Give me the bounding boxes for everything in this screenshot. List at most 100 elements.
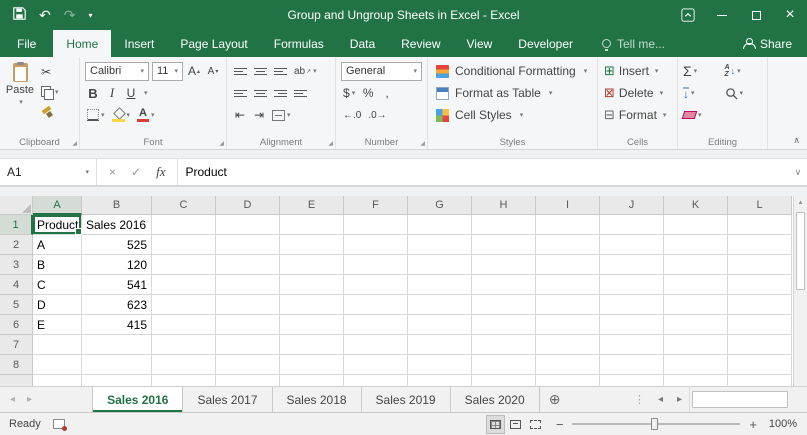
column-header-D[interactable]: D <box>216 196 280 215</box>
increase-indent-button[interactable]: ⇥ <box>251 105 267 125</box>
cell-L1[interactable] <box>728 215 792 235</box>
cell-styles-button[interactable]: Cell Styles ▾ <box>431 104 594 126</box>
macro-record-icon[interactable] <box>53 419 65 429</box>
cell-E5[interactable] <box>280 295 344 315</box>
hscroll-right-button[interactable]: ▸ <box>670 387 689 412</box>
column-header-I[interactable]: I <box>536 196 600 215</box>
cell-D4[interactable] <box>216 275 280 295</box>
cell-D7[interactable] <box>216 335 280 355</box>
vertical-scrollbar[interactable]: ▴ <box>793 196 807 386</box>
cell-G1[interactable] <box>408 215 472 235</box>
font-dialog-launcher[interactable]: ◢ <box>219 140 224 147</box>
sheet-tab-sales-2016[interactable]: Sales 2016 <box>92 387 183 412</box>
ribbon-tab-view[interactable]: View <box>454 30 506 57</box>
cell-F-filler[interactable] <box>344 375 408 386</box>
cell-G3[interactable] <box>408 255 472 275</box>
zoom-slider-thumb[interactable] <box>651 418 658 430</box>
cell-H7[interactable] <box>472 335 536 355</box>
cell-D2[interactable] <box>216 235 280 255</box>
hscroll-left-button[interactable]: ◂ <box>651 387 670 412</box>
zoom-out-button[interactable]: − <box>556 417 564 432</box>
cell-L5[interactable] <box>728 295 792 315</box>
cell-B8[interactable] <box>82 355 152 375</box>
cell-F5[interactable] <box>344 295 408 315</box>
borders-button[interactable]: ▾ <box>85 105 107 125</box>
cell-F8[interactable] <box>344 355 408 375</box>
ribbon-tab-developer[interactable]: Developer <box>505 30 586 57</box>
underline-dropdown[interactable]: ▾ <box>144 89 148 97</box>
cell-E6[interactable] <box>280 315 344 335</box>
cancel-button[interactable]: × <box>109 165 116 179</box>
select-all-corner[interactable] <box>0 196 33 215</box>
scroll-up-button[interactable]: ▴ <box>794 198 807 206</box>
undo-button[interactable]: ↶ <box>39 7 51 24</box>
row-header-8[interactable]: 8 <box>0 355 33 375</box>
row-header-2[interactable]: 2 <box>0 235 33 255</box>
cell-J8[interactable] <box>600 355 664 375</box>
cell-B6[interactable]: 415 <box>82 315 152 335</box>
sheet-tab-sales-2017[interactable]: Sales 2017 <box>183 387 272 412</box>
bottom-align-button[interactable] <box>272 61 289 81</box>
fill-color-button[interactable]: ▾ <box>110 105 133 125</box>
cell-K2[interactable] <box>664 235 728 255</box>
clear-button[interactable]: ▾ <box>683 111 721 119</box>
cell-C8[interactable] <box>152 355 216 375</box>
comma-style-button[interactable]: , <box>379 83 395 103</box>
hscroll-thumb[interactable] <box>692 391 788 408</box>
ribbon-tab-page-layout[interactable]: Page Layout <box>167 30 260 57</box>
column-header-E[interactable]: E <box>280 196 344 215</box>
wrap-text-button[interactable] <box>292 83 309 103</box>
cell-H-filler[interactable] <box>472 375 536 386</box>
ribbon-tab-data[interactable]: Data <box>337 30 388 57</box>
cell-I2[interactable] <box>536 235 600 255</box>
column-header-F[interactable]: F <box>344 196 408 215</box>
cell-E4[interactable] <box>280 275 344 295</box>
cell-E-filler[interactable] <box>280 375 344 386</box>
zoom-level[interactable]: 100% <box>765 418 807 430</box>
column-header-C[interactable]: C <box>152 196 216 215</box>
cut-button[interactable]: ✂ <box>41 64 59 80</box>
ribbon-tab-insert[interactable]: Insert <box>111 30 167 57</box>
sort-filter-button[interactable]: AZ↓▾ <box>725 64 763 78</box>
find-select-button[interactable]: ▾ <box>725 87 763 100</box>
decrease-indent-button[interactable]: ⇤ <box>232 105 248 125</box>
row-header-filler[interactable] <box>0 375 33 386</box>
cell-C1[interactable] <box>152 215 216 235</box>
copy-button[interactable]: ▾ <box>41 84 59 100</box>
formula-input[interactable]: Product <box>178 159 789 185</box>
cell-K-filler[interactable] <box>664 375 728 386</box>
cell-H4[interactable] <box>472 275 536 295</box>
cell-H5[interactable] <box>472 295 536 315</box>
cell-F4[interactable] <box>344 275 408 295</box>
cell-K7[interactable] <box>664 335 728 355</box>
font-color-button[interactable]: A▾ <box>135 105 157 125</box>
cell-G8[interactable] <box>408 355 472 375</box>
ribbon-tab-formulas[interactable]: Formulas <box>261 30 337 57</box>
cell-A6[interactable]: E <box>33 315 82 335</box>
row-header-1[interactable]: 1 <box>0 215 33 235</box>
cell-H3[interactable] <box>472 255 536 275</box>
column-header-J[interactable]: J <box>600 196 664 215</box>
format-cells-button[interactable]: ⊟ Format ▾ <box>601 104 674 126</box>
cell-J4[interactable] <box>600 275 664 295</box>
cell-A1[interactable]: Product <box>33 215 82 235</box>
column-header-L[interactable]: L <box>728 196 792 215</box>
cell-K1[interactable] <box>664 215 728 235</box>
cell-L-filler[interactable] <box>728 375 792 386</box>
insert-function-button[interactable]: fx <box>156 164 165 180</box>
cell-B2[interactable]: 525 <box>82 235 152 255</box>
cell-J5[interactable] <box>600 295 664 315</box>
cell-F3[interactable] <box>344 255 408 275</box>
column-header-G[interactable]: G <box>408 196 472 215</box>
underline-button[interactable]: U <box>123 83 139 103</box>
ribbon-tab-review[interactable]: Review <box>388 30 453 57</box>
column-header-A[interactable]: A <box>33 196 82 215</box>
bold-button[interactable]: B <box>85 83 101 103</box>
decrease-font-size-button[interactable]: A▾ <box>205 61 221 81</box>
cell-A4[interactable]: C <box>33 275 82 295</box>
cell-E2[interactable] <box>280 235 344 255</box>
expand-formula-bar-button[interactable]: ∨ <box>789 159 807 185</box>
normal-view-button[interactable] <box>487 416 504 433</box>
cell-H2[interactable] <box>472 235 536 255</box>
accounting-format-button[interactable]: $▾ <box>341 83 357 103</box>
